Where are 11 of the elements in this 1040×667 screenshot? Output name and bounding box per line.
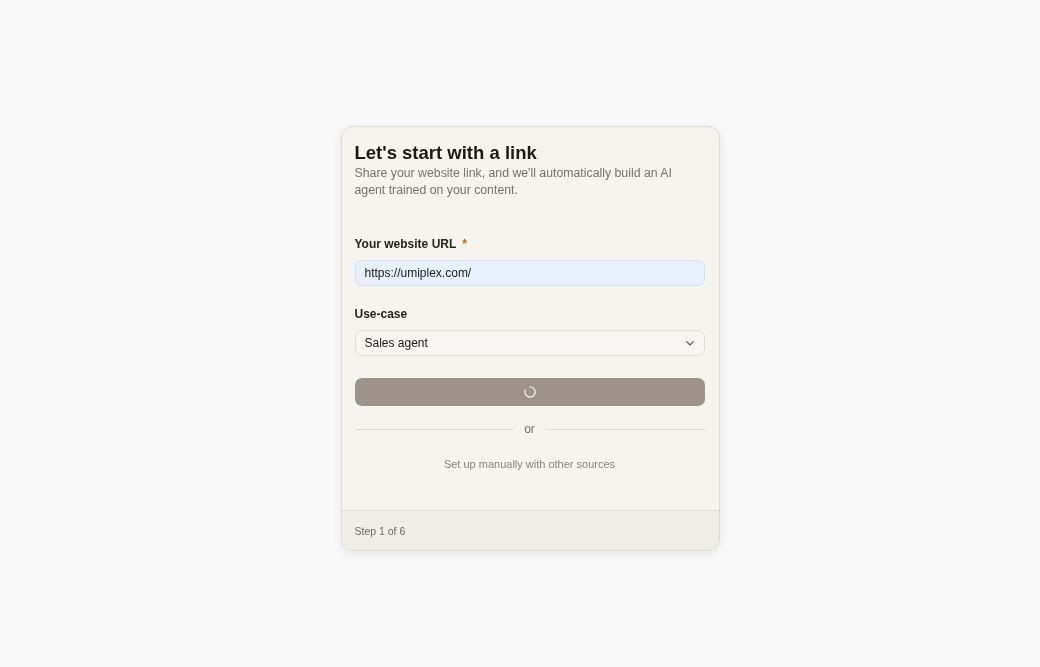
card-subtitle: Share your website link, and we'll automatically build an AI agent trained on your content. xyxy=(354,165,673,199)
use-case-select[interactable]: Sales agent xyxy=(354,330,705,356)
url-input[interactable]: https://umiplex.com/ xyxy=(354,260,705,286)
chevron-down-icon xyxy=(685,340,694,346)
field-label: Use-case xyxy=(354,307,408,321)
manual-setup-link[interactable]: Set up manually with other sources xyxy=(443,458,616,470)
divider-label: or xyxy=(524,422,535,436)
step-indicator: Step 1 of 6 xyxy=(354,524,406,537)
field-label: Your website URL xyxy=(354,237,457,251)
required-asterisk: * xyxy=(462,237,467,251)
card-title: Let's start with a link xyxy=(354,142,538,164)
